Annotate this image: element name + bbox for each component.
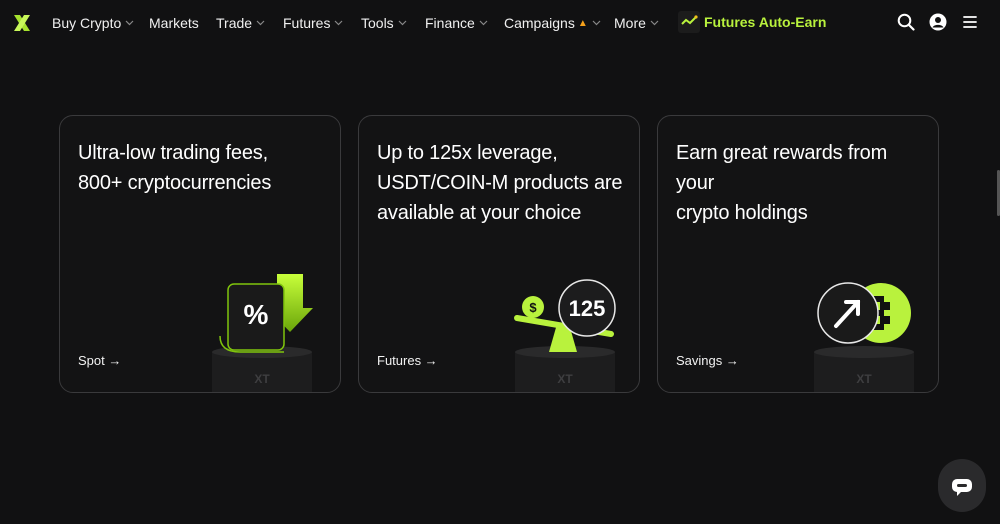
percent-badge: % bbox=[244, 299, 269, 330]
card-title: Earn great rewards from your crypto hold… bbox=[676, 142, 888, 224]
nav-label: Tools bbox=[361, 15, 394, 31]
nav-label: Buy Crypto bbox=[52, 15, 122, 31]
chat-support-button[interactable] bbox=[938, 459, 986, 512]
card-title: Ultra-low trading fees, 800+ cryptocurre… bbox=[78, 142, 272, 194]
card-title: Up to 125x leverage, USDT/COIN-M product… bbox=[377, 142, 623, 224]
nav-label: Futures bbox=[283, 15, 331, 31]
nav-label: Finance bbox=[425, 15, 475, 31]
pedestal-label: XT bbox=[557, 372, 573, 386]
pedestal-label: XT bbox=[254, 372, 270, 386]
savings-illustration: XT bbox=[814, 282, 914, 392]
auto-earn-icon bbox=[678, 11, 700, 33]
futures-link[interactable]: Futures → bbox=[377, 353, 438, 368]
nav-label: Campaigns bbox=[504, 15, 575, 31]
chevron-down-icon bbox=[335, 20, 343, 26]
chevron-down-icon bbox=[256, 20, 265, 26]
nav-finance[interactable]: Finance bbox=[425, 15, 488, 31]
nav-label: Markets bbox=[149, 15, 199, 31]
top-nav: Buy Crypto Markets Trade Futures Tools F… bbox=[0, 0, 1000, 46]
chevron-down-icon bbox=[125, 20, 134, 26]
user-icon[interactable] bbox=[929, 13, 947, 31]
chat-bubble-icon bbox=[952, 478, 972, 496]
spot-link[interactable]: Spot → bbox=[78, 353, 121, 368]
nav-trade[interactable]: Trade bbox=[216, 15, 265, 31]
futures-auto-earn-link[interactable]: Futures Auto-Earn bbox=[678, 11, 826, 33]
dollar-coin: $ bbox=[529, 300, 537, 315]
menu-icon[interactable] bbox=[961, 13, 979, 31]
xt-logo-icon[interactable] bbox=[12, 13, 32, 33]
pedestal-label: XT bbox=[856, 372, 872, 386]
spot-card[interactable]: Ultra-low trading fees, 800+ cryptocurre… bbox=[59, 115, 341, 393]
nav-label: Trade bbox=[216, 15, 253, 31]
nav-futures[interactable]: Futures bbox=[283, 15, 343, 31]
chevron-down-icon bbox=[650, 20, 659, 26]
search-icon[interactable] bbox=[897, 13, 915, 31]
fire-icon: ▲ bbox=[577, 17, 588, 29]
leverage-badge: 125 bbox=[569, 296, 606, 321]
nav-tools[interactable]: Tools bbox=[361, 15, 407, 31]
nav-campaigns[interactable]: Campaigns ▲ bbox=[504, 15, 601, 31]
savings-card[interactable]: Earn great rewards from your crypto hold… bbox=[657, 115, 939, 393]
promo-label: Futures Auto-Earn bbox=[704, 14, 827, 30]
leverage-illustration: $ 125 XT bbox=[514, 279, 616, 392]
futures-card[interactable]: Up to 125x leverage, USDT/COIN-M product… bbox=[358, 115, 640, 393]
nav-more[interactable]: More bbox=[614, 15, 659, 31]
chevron-down-icon bbox=[479, 20, 488, 26]
nav-buy-crypto[interactable]: Buy Crypto bbox=[52, 15, 134, 31]
percent-illustration: % XT bbox=[212, 274, 313, 392]
nav-markets[interactable]: Markets bbox=[149, 15, 199, 31]
nav-label: More bbox=[614, 15, 646, 31]
chevron-down-icon bbox=[592, 20, 601, 26]
chevron-down-icon bbox=[398, 20, 407, 26]
savings-link[interactable]: Savings → bbox=[676, 353, 739, 368]
